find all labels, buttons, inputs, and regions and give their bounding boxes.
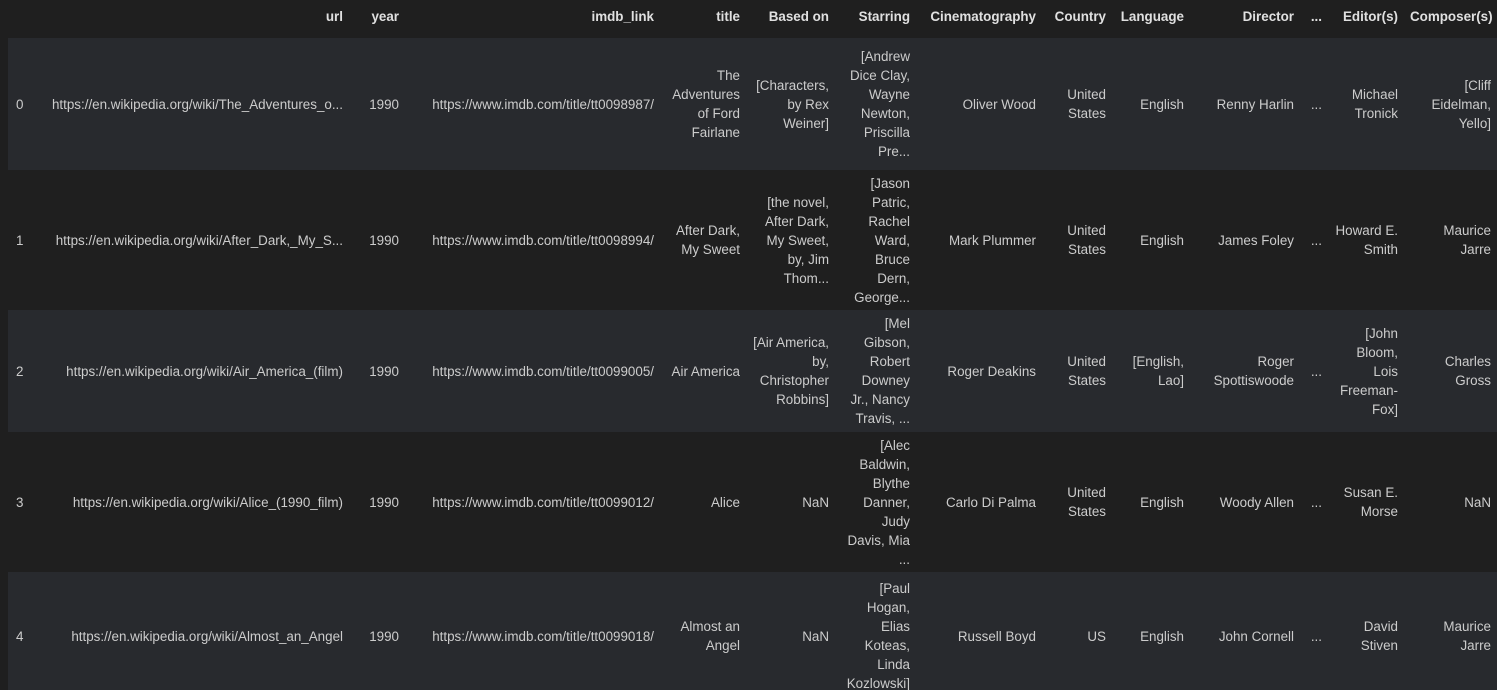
cell-url: https://en.wikipedia.org/wiki/Air_Americ… <box>32 310 349 432</box>
cell-director: Woody Allen <box>1190 432 1300 572</box>
cell-title: Alice <box>660 432 746 572</box>
row-index: 1 <box>8 170 32 310</box>
header-ellipsis: ... <box>1300 0 1328 38</box>
cell-ellipsis: ... <box>1300 170 1328 310</box>
table-row: 3 https://en.wikipedia.org/wiki/Alice_(1… <box>8 432 1497 572</box>
cell-composers: Charles Gross <box>1404 310 1497 432</box>
cell-based-on: NaN <box>746 432 835 572</box>
row-index: 3 <box>8 432 32 572</box>
cell-language: [English, Lao] <box>1112 310 1190 432</box>
cell-starring: [Jason Patric, Rachel Ward, Bruce Dern, … <box>835 170 916 310</box>
cell-editors: Susan E. Morse <box>1328 432 1404 572</box>
header-index <box>8 0 32 38</box>
cell-ellipsis: ... <box>1300 572 1328 690</box>
cell-cinematography: Russell Boyd <box>916 572 1042 690</box>
cell-editors: [John Bloom, Lois Freeman-Fox] <box>1328 310 1404 432</box>
header-url: url <box>32 0 349 38</box>
cell-imdb-link: https://www.imdb.com/title/tt0099018/ <box>405 572 660 690</box>
dataframe-table: url year imdb_link title Based on Starri… <box>8 0 1497 690</box>
cell-url: https://en.wikipedia.org/wiki/Alice_(199… <box>32 432 349 572</box>
row-index: 0 <box>8 38 32 170</box>
cell-composers: [Cliff Eidelman, Yello] <box>1404 38 1497 170</box>
header-country: Country <box>1042 0 1112 38</box>
cell-title: Air America <box>660 310 746 432</box>
cell-cinematography: Carlo Di Palma <box>916 432 1042 572</box>
header-cinematography: Cinematography <box>916 0 1042 38</box>
cell-ellipsis: ... <box>1300 38 1328 170</box>
cell-imdb-link: https://www.imdb.com/title/tt0098987/ <box>405 38 660 170</box>
cell-year: 1990 <box>349 170 405 310</box>
cell-language: English <box>1112 432 1190 572</box>
cell-starring: [Paul Hogan, Elias Koteas, Linda Kozlows… <box>835 572 916 690</box>
table-header: url year imdb_link title Based on Starri… <box>8 0 1497 38</box>
cell-starring: [Andrew Dice Clay, Wayne Newton, Priscil… <box>835 38 916 170</box>
cell-title: Almost an Angel <box>660 572 746 690</box>
cell-country: United States <box>1042 432 1112 572</box>
header-language: Language <box>1112 0 1190 38</box>
cell-country: US <box>1042 572 1112 690</box>
cell-imdb-link: https://www.imdb.com/title/tt0099012/ <box>405 432 660 572</box>
cell-director: Renny Harlin <box>1190 38 1300 170</box>
table-row: 2 https://en.wikipedia.org/wiki/Air_Amer… <box>8 310 1497 432</box>
cell-ellipsis: ... <box>1300 432 1328 572</box>
header-imdb-link: imdb_link <box>405 0 660 38</box>
table-row: 0 https://en.wikipedia.org/wiki/The_Adve… <box>8 38 1497 170</box>
cell-year: 1990 <box>349 572 405 690</box>
cell-year: 1990 <box>349 38 405 170</box>
table-body: 0 https://en.wikipedia.org/wiki/The_Adve… <box>8 38 1497 690</box>
cell-title: The Adventures of Ford Fairlane <box>660 38 746 170</box>
row-index: 2 <box>8 310 32 432</box>
cell-editors: Michael Tronick <box>1328 38 1404 170</box>
table-row: 1 https://en.wikipedia.org/wiki/After_Da… <box>8 170 1497 310</box>
header-year: year <box>349 0 405 38</box>
cell-imdb-link: https://www.imdb.com/title/tt0099005/ <box>405 310 660 432</box>
cell-composers: Maurice Jarre <box>1404 572 1497 690</box>
cell-cinematography: Mark Plummer <box>916 170 1042 310</box>
cell-title: After Dark, My Sweet <box>660 170 746 310</box>
header-editors: Editor(s) <box>1328 0 1404 38</box>
cell-language: English <box>1112 572 1190 690</box>
cell-based-on: NaN <box>746 572 835 690</box>
cell-composers: NaN <box>1404 432 1497 572</box>
cell-cinematography: Roger Deakins <box>916 310 1042 432</box>
cell-country: United States <box>1042 38 1112 170</box>
cell-cinematography: Oliver Wood <box>916 38 1042 170</box>
row-index: 4 <box>8 572 32 690</box>
cell-director: John Cornell <box>1190 572 1300 690</box>
cell-url: https://en.wikipedia.org/wiki/Almost_an_… <box>32 572 349 690</box>
cell-starring: [Alec Baldwin, Blythe Danner, Judy Davis… <box>835 432 916 572</box>
cell-composers: Maurice Jarre <box>1404 170 1497 310</box>
cell-url: https://en.wikipedia.org/wiki/After_Dark… <box>32 170 349 310</box>
cell-language: English <box>1112 170 1190 310</box>
cell-starring: [Mel Gibson, Robert Downey Jr., Nancy Tr… <box>835 310 916 432</box>
cell-language: English <box>1112 38 1190 170</box>
header-title: title <box>660 0 746 38</box>
header-starring: Starring <box>835 0 916 38</box>
header-director: Director <box>1190 0 1300 38</box>
cell-country: United States <box>1042 310 1112 432</box>
cell-year: 1990 <box>349 432 405 572</box>
cell-editors: Howard E. Smith <box>1328 170 1404 310</box>
cell-imdb-link: https://www.imdb.com/title/tt0098994/ <box>405 170 660 310</box>
header-composers: Composer(s) <box>1404 0 1497 38</box>
header-row: url year imdb_link title Based on Starri… <box>8 0 1497 38</box>
cell-based-on: [Characters, by Rex Weiner] <box>746 38 835 170</box>
table-row: 4 https://en.wikipedia.org/wiki/Almost_a… <box>8 572 1497 690</box>
cell-director: Roger Spottiswoode <box>1190 310 1300 432</box>
cell-country: United States <box>1042 170 1112 310</box>
cell-based-on: [Air America, by, Christopher Robbins] <box>746 310 835 432</box>
dataframe-output: url year imdb_link title Based on Starri… <box>8 0 1497 690</box>
cell-based-on: [the novel, After Dark, My Sweet, by, Ji… <box>746 170 835 310</box>
cell-url: https://en.wikipedia.org/wiki/The_Advent… <box>32 38 349 170</box>
cell-editors: David Stiven <box>1328 572 1404 690</box>
cell-year: 1990 <box>349 310 405 432</box>
header-based-on: Based on <box>746 0 835 38</box>
cell-ellipsis: ... <box>1300 310 1328 432</box>
cell-director: James Foley <box>1190 170 1300 310</box>
